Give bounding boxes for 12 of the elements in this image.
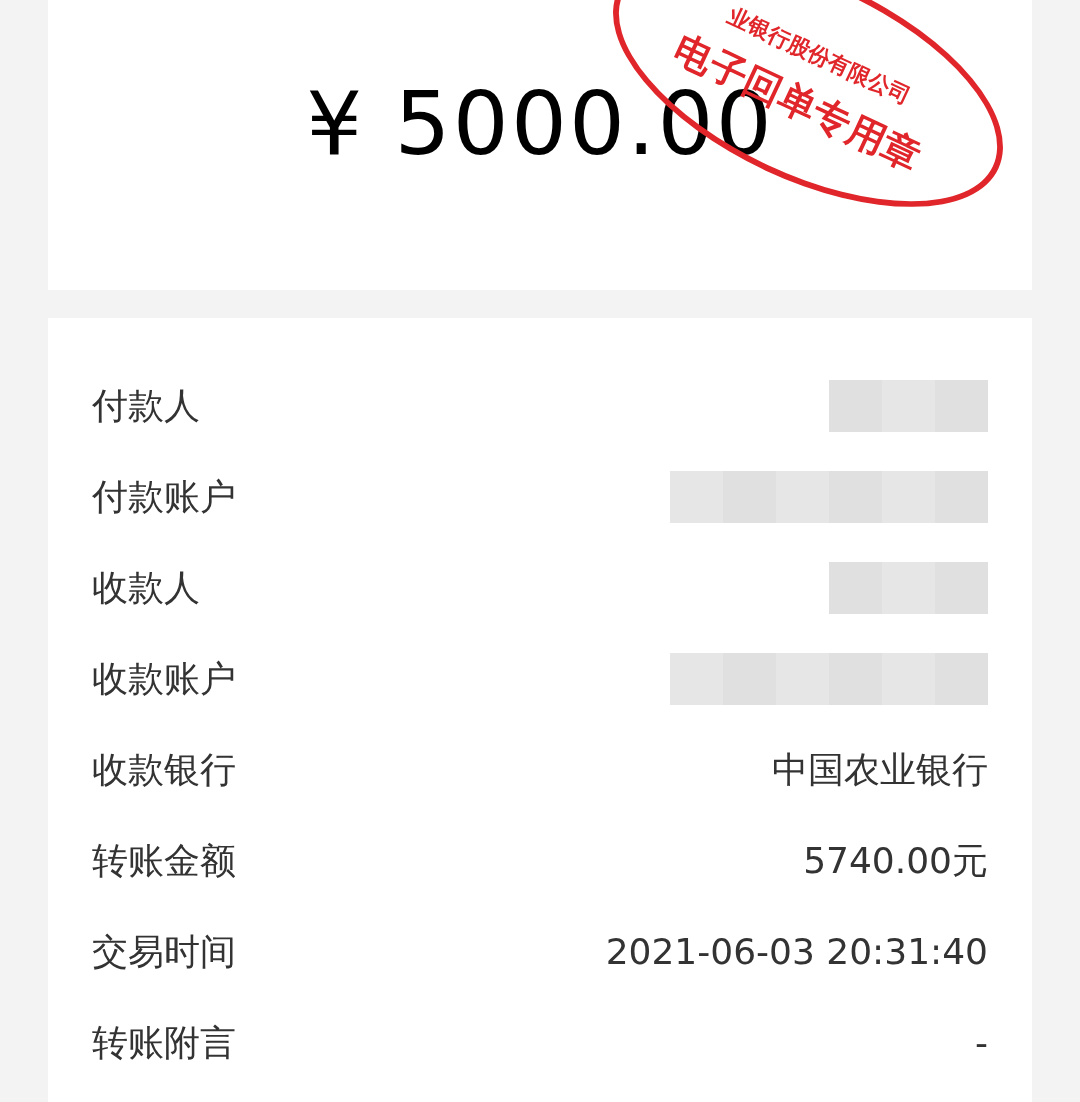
- field-label: 收款银行: [92, 747, 236, 792]
- field-label: 交易时间: [92, 929, 236, 974]
- field-label: 付款账户: [92, 474, 236, 519]
- field-label: 收款人: [92, 565, 200, 610]
- field-value: 2021-06-03 20:31:40: [605, 929, 988, 974]
- field-label: 收款账户: [92, 656, 236, 701]
- field-value: -: [975, 1020, 988, 1065]
- field-value: 中国农业银行: [772, 747, 988, 792]
- field-value: 5740.00元: [803, 838, 988, 883]
- field-label: 付款人: [92, 383, 200, 428]
- field-label: 转账金额: [92, 838, 236, 883]
- field-label: 转账附言: [92, 1020, 236, 1065]
